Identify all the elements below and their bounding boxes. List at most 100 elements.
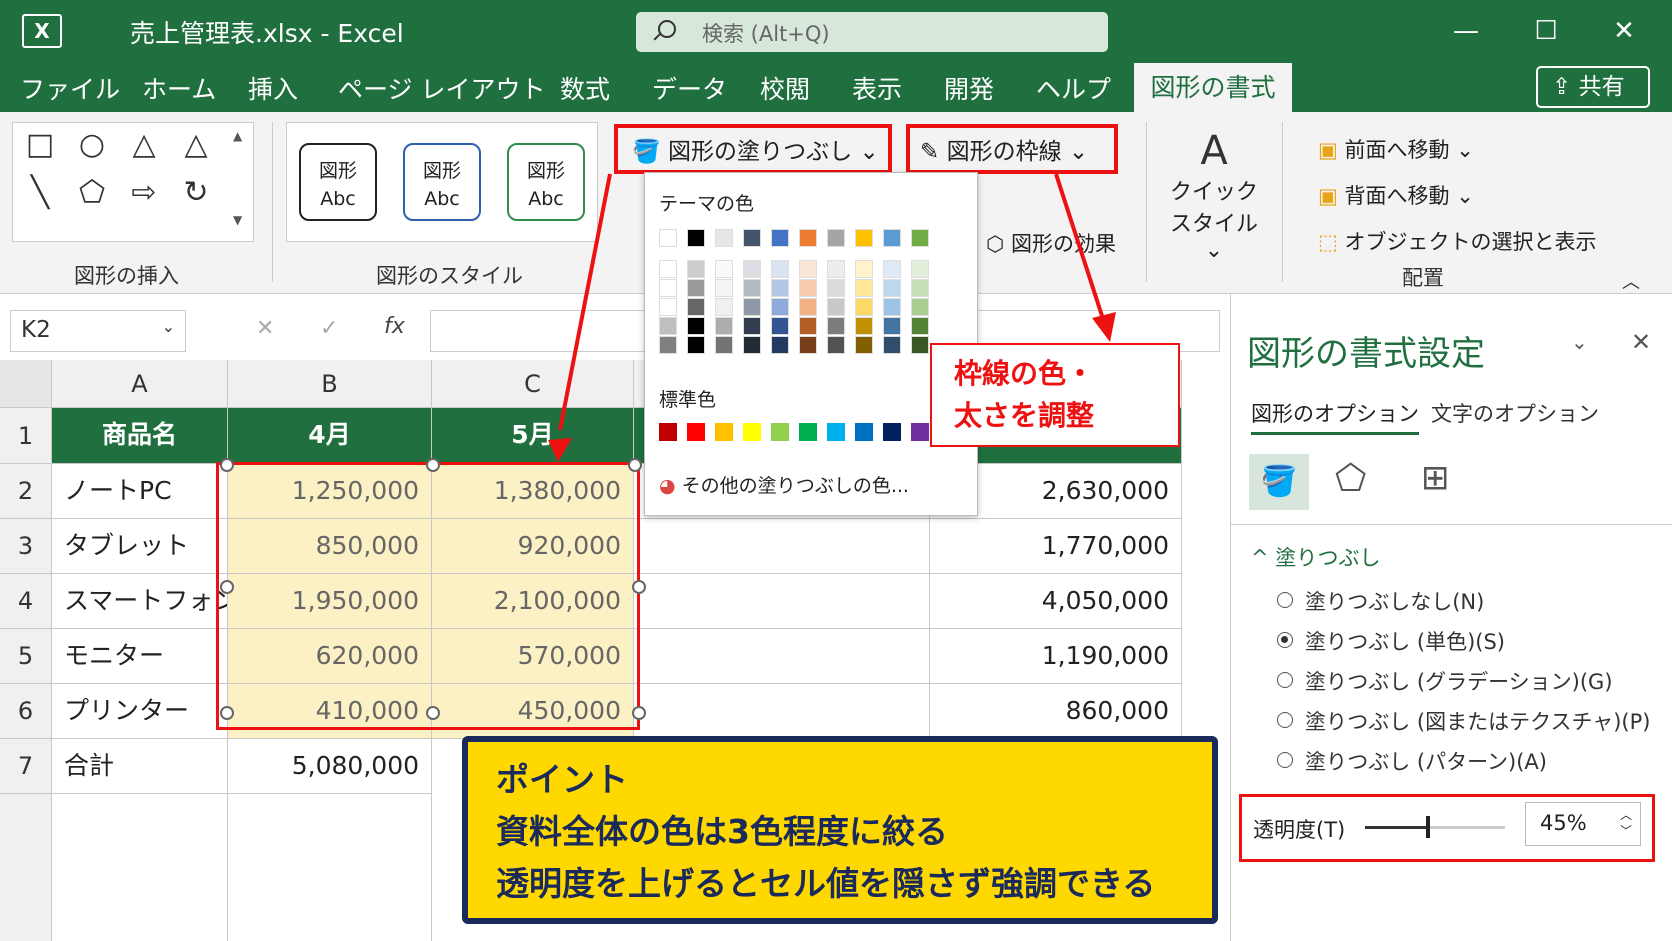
theme-color-swatch[interactable] xyxy=(743,317,761,335)
resize-handle[interactable] xyxy=(632,580,646,594)
transparency-slider-track[interactable] xyxy=(1365,816,1505,838)
arc-shape-icon[interactable]: ↻ xyxy=(173,175,219,210)
theme-color-grid[interactable] xyxy=(659,229,959,359)
resize-handle[interactable] xyxy=(220,706,234,720)
theme-color-swatch[interactable] xyxy=(855,229,873,247)
theme-color-swatch[interactable] xyxy=(883,317,901,335)
pane-options-chevron-icon[interactable]: ⌄ xyxy=(1571,330,1588,354)
header-cell-may[interactable]: 5月 xyxy=(432,408,634,464)
resize-handle[interactable] xyxy=(426,706,440,720)
fill-option-label[interactable]: 塗りつぶし (グラデーション)(G) xyxy=(1305,666,1613,696)
theme-color-swatch[interactable] xyxy=(799,260,817,278)
col-header-b[interactable]: B xyxy=(228,360,432,408)
theme-color-swatch[interactable] xyxy=(771,336,789,354)
menu-page-layout[interactable]: ページ レイアウト xyxy=(338,70,545,110)
shape-style-blue[interactable]: 図形 Abc xyxy=(403,143,481,221)
shape-style-green[interactable]: 図形 Abc xyxy=(507,143,585,221)
cancel-icon[interactable]: ✕ xyxy=(256,316,274,341)
menu-help[interactable]: ヘルプ xyxy=(1036,70,1111,110)
col-header-a[interactable]: A xyxy=(52,360,228,408)
standard-color-swatch[interactable] xyxy=(659,423,677,441)
tab-text-options[interactable]: 文字のオプション xyxy=(1431,398,1599,428)
theme-color-swatch[interactable] xyxy=(911,317,929,335)
theme-color-swatch[interactable] xyxy=(883,298,901,316)
theme-color-swatch[interactable] xyxy=(799,298,817,316)
fill-option-label[interactable]: 塗りつぶし (パターン)(A) xyxy=(1305,746,1547,776)
cell-blank[interactable] xyxy=(634,574,930,629)
theme-color-swatch[interactable] xyxy=(855,279,873,297)
theme-color-swatch[interactable] xyxy=(771,260,789,278)
theme-color-swatch[interactable] xyxy=(715,336,733,354)
fill-option-radio[interactable] xyxy=(1277,632,1293,648)
theme-color-swatch[interactable] xyxy=(659,298,677,316)
resize-handle[interactable] xyxy=(426,458,440,472)
cell-total-label[interactable]: 合計 xyxy=(52,739,228,794)
triangle-shape-icon[interactable]: △ xyxy=(121,127,167,162)
quick-styles-button[interactable]: A クイック スタイル ⌄ xyxy=(1164,128,1264,263)
row-header[interactable]: 7 xyxy=(0,739,52,794)
menu-view[interactable]: 表示 xyxy=(852,70,902,110)
name-box[interactable]: K2 ⌄ xyxy=(10,310,186,352)
arrow-shape-icon[interactable]: ⇨ xyxy=(121,175,167,210)
theme-color-swatch[interactable] xyxy=(827,317,845,335)
shape-outline-button[interactable]: ✎ 図形の枠線 ⌄ xyxy=(920,132,1088,166)
theme-color-swatch[interactable] xyxy=(827,229,845,247)
theme-color-swatch[interactable] xyxy=(855,260,873,278)
fill-option-label[interactable]: 塗りつぶし (図またはテクスチャ)(P) xyxy=(1305,706,1650,736)
theme-color-swatch[interactable] xyxy=(771,317,789,335)
theme-color-swatch[interactable] xyxy=(855,336,873,354)
resize-handle[interactable] xyxy=(220,458,234,472)
theme-color-swatch[interactable] xyxy=(911,279,929,297)
cell-blank[interactable] xyxy=(634,629,930,684)
search-box[interactable]: 検索 (Alt+Q) xyxy=(636,12,1108,52)
selection-pane-button[interactable]: ⬚ オブジェクトの選択と表示 xyxy=(1318,226,1597,256)
fill-line-icon[interactable]: 🪣 xyxy=(1249,454,1309,510)
standard-color-swatch[interactable] xyxy=(743,423,761,441)
theme-color-swatch[interactable] xyxy=(771,229,789,247)
standard-color-swatch[interactable] xyxy=(827,423,845,441)
menu-formulas[interactable]: 数式 xyxy=(560,70,610,110)
theme-color-swatch[interactable] xyxy=(715,298,733,316)
gallery-more-icon[interactable]: ▼ xyxy=(233,213,242,227)
standard-color-swatch[interactable] xyxy=(883,423,901,441)
theme-color-swatch[interactable] xyxy=(911,260,929,278)
theme-color-swatch[interactable] xyxy=(771,298,789,316)
cell-blank[interactable] xyxy=(634,684,930,739)
send-backward-button[interactable]: ▣ 背面へ移動 ⌄ xyxy=(1318,180,1474,210)
menu-file[interactable]: ファイル xyxy=(20,70,120,110)
row-header[interactable]: 1 xyxy=(0,408,52,464)
more-fill-colors-item[interactable]: ◕ その他の塗りつぶしの色... xyxy=(659,471,909,498)
standard-color-swatch[interactable] xyxy=(799,423,817,441)
theme-color-swatch[interactable] xyxy=(883,229,901,247)
theme-color-swatch[interactable] xyxy=(883,260,901,278)
theme-color-swatch[interactable] xyxy=(715,260,733,278)
fill-option-radio[interactable] xyxy=(1277,592,1293,608)
shape-style-gallery[interactable]: 図形 Abc 図形 Abc 図形 Abc xyxy=(286,122,598,242)
standard-color-swatch[interactable] xyxy=(911,423,929,441)
rectangle-shape-icon[interactable]: □ xyxy=(17,127,63,162)
theme-color-swatch[interactable] xyxy=(743,260,761,278)
cell-blank[interactable] xyxy=(634,519,930,574)
oval-shape-icon[interactable]: ○ xyxy=(69,127,115,162)
theme-color-swatch[interactable] xyxy=(799,317,817,335)
resize-handle[interactable] xyxy=(628,458,642,472)
row-header[interactable]: 5 xyxy=(0,629,52,684)
header-cell-product[interactable]: 商品名 xyxy=(52,408,228,464)
theme-color-swatch[interactable] xyxy=(687,260,705,278)
cell-product[interactable]: ノートPC xyxy=(52,464,228,519)
cell-product[interactable]: プリンター xyxy=(52,684,228,739)
menu-developer[interactable]: 開発 xyxy=(944,70,994,110)
theme-color-swatch[interactable] xyxy=(911,298,929,316)
col-header-c[interactable]: C xyxy=(432,360,634,408)
fill-option-radio[interactable] xyxy=(1277,712,1293,728)
maximize-button[interactable]: ☐ xyxy=(1528,14,1564,50)
theme-color-swatch[interactable] xyxy=(743,298,761,316)
theme-color-swatch[interactable] xyxy=(659,317,677,335)
collapse-ribbon-icon[interactable]: ︿ xyxy=(1622,268,1640,294)
theme-color-swatch[interactable] xyxy=(687,336,705,354)
header-cell-april[interactable]: 4月 xyxy=(228,408,432,464)
menu-data[interactable]: データ xyxy=(652,70,727,110)
minimize-button[interactable]: — xyxy=(1448,14,1484,50)
theme-color-swatch[interactable] xyxy=(687,298,705,316)
theme-color-swatch[interactable] xyxy=(827,298,845,316)
